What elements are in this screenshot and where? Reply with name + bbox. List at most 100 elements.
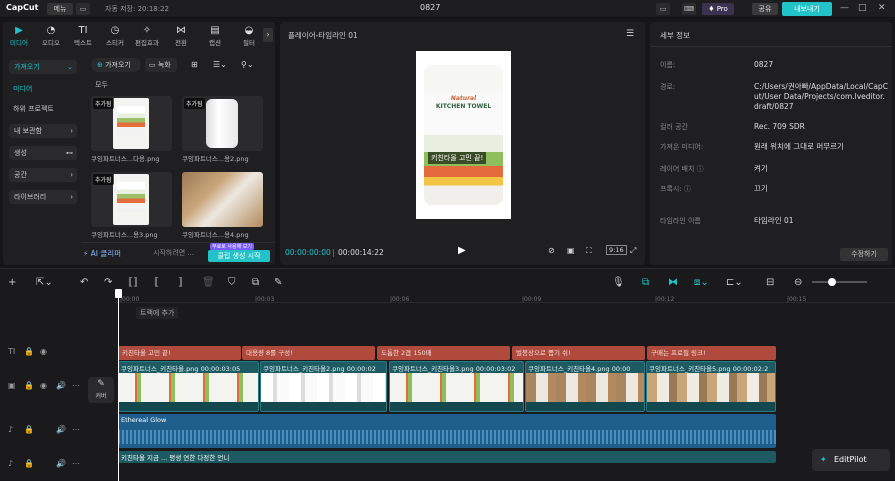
pro-badge[interactable]: ♦ Pro xyxy=(702,3,734,15)
preview-axis-icon[interactable]: ⊏⌄ xyxy=(726,277,743,288)
more-icon[interactable]: ⋯ xyxy=(72,381,80,390)
text-clip[interactable]: 대용량 8롤 구성! xyxy=(242,346,375,360)
layout-icon[interactable]: ▭ xyxy=(76,3,90,15)
audio-icon[interactable]: 🔊 xyxy=(56,459,66,468)
redo-icon[interactable]: ↷ xyxy=(104,277,112,288)
music-icon: ♪ xyxy=(8,425,14,434)
generate-clips-button[interactable]: 클립 생성 시작 xyxy=(208,250,270,262)
tab-filter[interactable]: ◒ 필터 xyxy=(233,25,265,47)
sort-icon[interactable]: ☰⌄ xyxy=(213,60,227,69)
cover-button[interactable]: ✎ 커버 xyxy=(88,377,114,403)
sidebar-item-mine[interactable]: 내 보관함 › xyxy=(9,124,77,138)
import-button[interactable]: ⊕ 가져오기 xyxy=(91,58,141,72)
microphone-icon[interactable]: 🎙 xyxy=(612,277,625,288)
scene-icon[interactable]: ⊘ xyxy=(548,246,555,255)
lock-icon[interactable]: 🔒 xyxy=(24,347,34,356)
video-clip[interactable]: 쿠잉파트너스_키친타올4.png 00:00 xyxy=(525,361,645,412)
select-icon[interactable]: ⇱⌄ xyxy=(36,277,53,288)
sidebar-item-subproject[interactable]: 하위 프로젝트 xyxy=(13,104,54,114)
magnet-icon[interactable]: ⧓ xyxy=(668,277,678,288)
eye-icon[interactable]: ◉ xyxy=(40,381,47,390)
more-icon[interactable]: ⋯ xyxy=(72,425,80,434)
tab-caption[interactable]: ▤ 캡션 xyxy=(199,25,231,47)
text-clip[interactable]: 벌봉상으로 뽑기 쉬! xyxy=(512,346,645,360)
filter-icon[interactable]: ⚲⌄ xyxy=(241,60,254,69)
export-button[interactable]: 내보내기 xyxy=(782,2,832,16)
shortcut-icon[interactable]: ⌨ xyxy=(682,3,696,15)
audio-icon[interactable]: 🔊 xyxy=(56,381,66,390)
video-clip[interactable]: 쿠잉파트너스_키친타올2.png 00:00:02 xyxy=(260,361,387,412)
snap-icon[interactable]: ⧈⌄ xyxy=(694,277,709,288)
tab-media[interactable]: ▶ 미디어 xyxy=(3,25,35,47)
tab-text[interactable]: TI 텍스트 xyxy=(67,25,99,47)
minimize-icon[interactable]: — xyxy=(840,3,849,13)
split-right-icon[interactable]: ⟧ xyxy=(178,277,183,288)
sidebar-item-generate[interactable]: 생성 ⊷ xyxy=(9,146,77,160)
eye-icon[interactable]: ◉ xyxy=(40,347,47,356)
lock-icon[interactable]: 🔒 xyxy=(24,425,34,434)
text-clip[interactable]: 도톰한 2겹 150매 xyxy=(377,346,510,360)
lock-icon[interactable]: 🔒 xyxy=(24,459,34,468)
delete-icon[interactable]: 🗑 xyxy=(202,277,215,288)
sidebar-item-space[interactable]: 공간 › xyxy=(9,168,77,182)
title-bar: CapCut 메뉴 ▭ 자동 저장: 20:18:22 0827 ▭ ⌨ ♦ P… xyxy=(0,0,895,18)
media-item[interactable]: 추가됨 xyxy=(91,172,172,227)
fit-icon[interactable]: ⊟ xyxy=(766,277,774,288)
video-clip[interactable]: 쿠잉파트너스_키친타올5.png 00:00:02:2 xyxy=(646,361,776,412)
text-clip[interactable]: 키친타올 고민 끝! xyxy=(118,346,241,360)
undo-icon[interactable]: ↶ xyxy=(80,277,88,288)
tab-effects[interactable]: ✧ 편집효과 xyxy=(131,25,163,47)
crop-icon[interactable]: ⛶ xyxy=(586,246,592,256)
video-clip[interactable]: 쿠잉파트너스_키친타올3.png 00:00:03:02 xyxy=(389,361,524,412)
audio-clip[interactable]: Ethereal Glow xyxy=(118,414,776,448)
pen-icon[interactable]: ✎ xyxy=(274,277,282,288)
video-preview[interactable]: Natural KITCHEN TOWEL 키친타올 고민 끝! xyxy=(416,51,511,219)
layout-icon[interactable]: ▭ xyxy=(656,3,670,15)
link-icon[interactable]: ⧉ xyxy=(642,277,649,288)
lock-icon[interactable]: 🔒 xyxy=(24,381,34,390)
share-button[interactable]: 공유 xyxy=(752,3,778,15)
zoom-out-icon[interactable]: ⊖ xyxy=(794,277,802,288)
tab-sticker[interactable]: ◷ 스티커 xyxy=(99,25,131,47)
audio-icon: ◔ xyxy=(46,25,56,36)
sidebar-item-import[interactable]: 가져오기 ⌄ xyxy=(9,60,77,74)
maximize-icon[interactable]: □ xyxy=(858,3,867,13)
media-item[interactable]: 추가됨 xyxy=(91,96,172,151)
timeline-ruler[interactable] xyxy=(115,291,895,303)
split-left-icon[interactable]: ⟦ xyxy=(154,277,159,288)
modify-button[interactable]: 수정하기 xyxy=(840,248,888,261)
add-icon[interactable]: + xyxy=(8,277,16,288)
fullscreen-icon[interactable]: ⤢ xyxy=(630,246,636,256)
media-item-label: 쿠잉파트너스...용3.png xyxy=(91,231,158,239)
add-track-label[interactable]: 트랙에 추가 xyxy=(136,307,179,319)
crop-icon[interactable]: ⧉ xyxy=(252,277,259,288)
menu-button[interactable]: 메뉴 xyxy=(47,3,73,15)
sidebar-item-library[interactable]: 라이브러리 › xyxy=(9,190,77,204)
ratio-button[interactable]: 9:16 xyxy=(606,245,627,255)
tab-audio[interactable]: ◔ 오디오 xyxy=(35,25,67,47)
play-icon[interactable]: ▶ xyxy=(458,245,466,256)
tab-transition[interactable]: ⋈ 전환 xyxy=(165,25,197,47)
sidebar-item-media[interactable]: 미디어 xyxy=(13,84,32,94)
record-button[interactable]: ▭ 녹화 xyxy=(145,58,177,72)
subtitle-icon[interactable]: ▣ xyxy=(567,246,575,255)
plus-icon: ⊕ xyxy=(97,61,106,69)
ai-prompt[interactable]: 시작하려면 ... xyxy=(153,248,194,258)
media-item[interactable]: 추가됨 xyxy=(182,96,263,151)
editpilot-button[interactable]: ✦ EditPilot xyxy=(812,449,890,471)
media-item[interactable] xyxy=(182,172,263,227)
zoom-slider-handle[interactable] xyxy=(828,278,836,286)
video-clip[interactable]: 쿠잉파트너스_키친타올.png 00:00:03:05 xyxy=(118,361,259,412)
playhead[interactable] xyxy=(118,289,119,481)
close-icon[interactable]: ✕ xyxy=(878,3,886,13)
voiceover-clip[interactable]: 키친타올 지금 ... 평생 연한 다정한 언니 xyxy=(118,451,776,463)
shield-icon[interactable]: ⛉ xyxy=(228,277,236,288)
more-icon[interactable]: ⋯ xyxy=(72,459,80,468)
audio-icon[interactable]: 🔊 xyxy=(56,425,66,434)
split-icon[interactable]: ⟦⟧ xyxy=(128,277,138,288)
text-clip[interactable]: 구매는 프로필 링크! xyxy=(647,346,776,360)
zoom-slider[interactable] xyxy=(812,281,867,283)
menu-icon[interactable]: ☰ xyxy=(626,29,634,39)
chevron-right-icon[interactable]: › xyxy=(263,28,273,42)
grid-view-icon[interactable]: ⊞ xyxy=(191,60,198,69)
